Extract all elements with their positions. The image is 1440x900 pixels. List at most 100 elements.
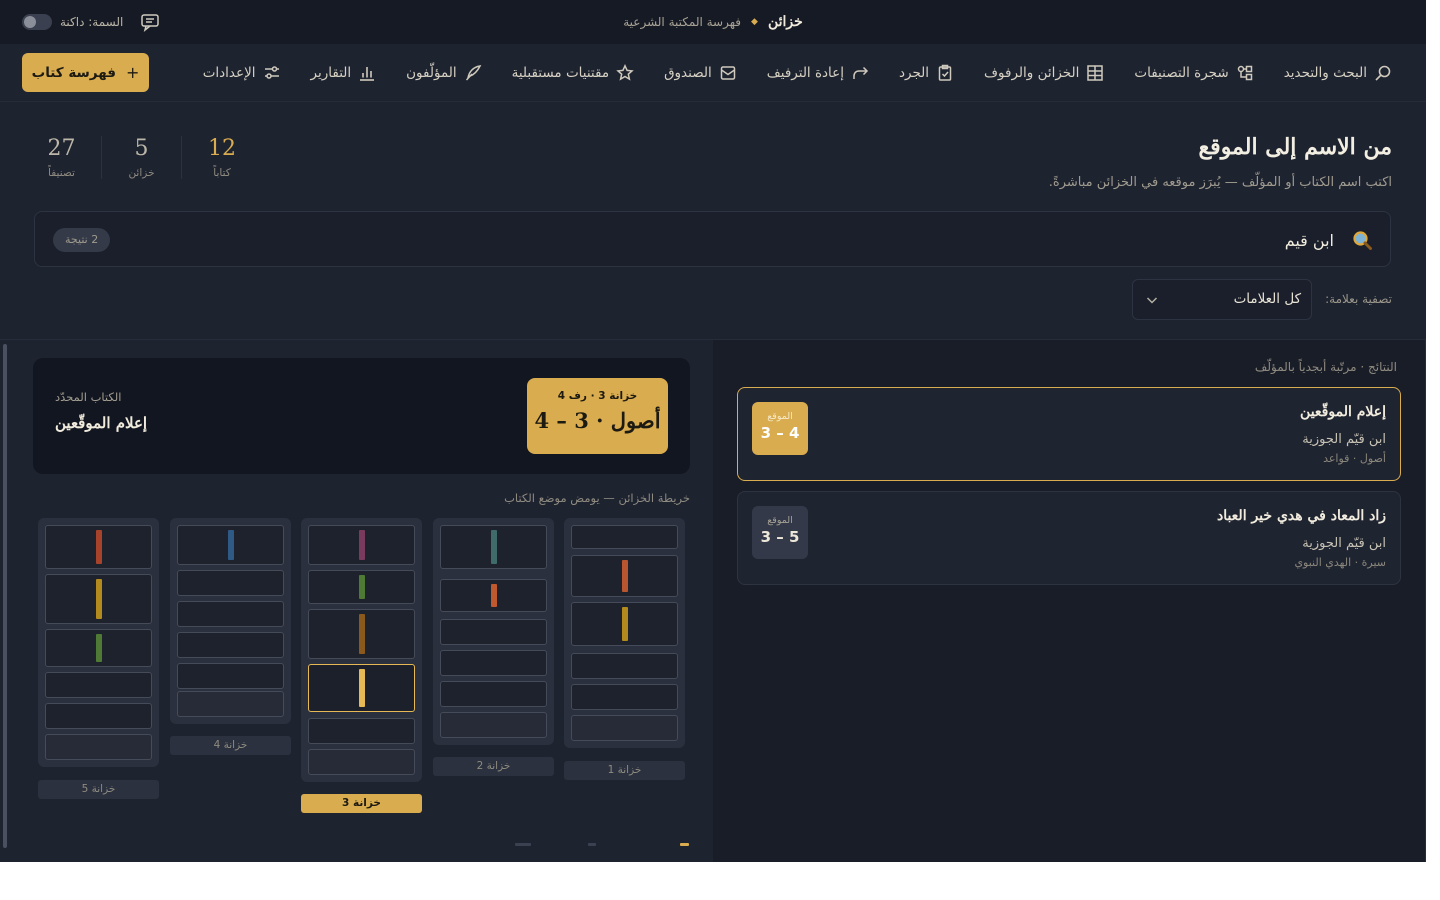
stat-value: 5 <box>134 136 149 161</box>
shelf[interactable] <box>177 663 284 689</box>
shelf[interactable] <box>440 579 547 612</box>
shelf[interactable] <box>308 749 415 775</box>
shelf[interactable] <box>45 734 152 760</box>
quill-icon <box>465 65 481 81</box>
location-value: 3 – 4 <box>760 424 800 442</box>
result-tags: أصول · قواعد <box>1323 452 1386 465</box>
nav-item-cabinets[interactable]: الخزائن والرفوف <box>984 64 1104 82</box>
nav-label: التقارير <box>310 65 352 81</box>
grid-icon <box>1087 65 1104 81</box>
nav-item-search[interactable]: البحث والتحديد <box>1284 64 1392 82</box>
cabinet[interactable] <box>170 518 291 724</box>
shelf[interactable] <box>308 570 415 604</box>
stat-categories: 27 تصنيفاً <box>22 136 102 179</box>
nav-item-tree[interactable]: شجرة التصنيفات <box>1134 64 1253 82</box>
nav-item-settings[interactable]: الإعدادات <box>203 64 281 82</box>
legend-mark <box>680 843 689 846</box>
cabinet[interactable] <box>38 518 159 767</box>
nav-label: مقتنيات مستقبلية <box>511 65 610 81</box>
nav-label: الصندوق <box>664 65 712 81</box>
result-card[interactable]: زاد المعاد في هدي خير العباد ابن قيّم ال… <box>737 491 1401 585</box>
shelf[interactable] <box>177 632 284 658</box>
legend-mark <box>515 843 531 846</box>
shelf[interactable] <box>308 609 415 659</box>
shelf[interactable] <box>308 718 415 744</box>
search-input[interactable] <box>734 222 1334 258</box>
filter-value: كل العلامات <box>1233 291 1301 307</box>
location-value: 3 – 5 <box>760 528 800 546</box>
clipboard-icon <box>938 64 952 81</box>
shelf[interactable] <box>440 619 547 645</box>
shelf[interactable] <box>440 681 547 707</box>
catalog-book-button[interactable]: + فهرسة كتاب <box>22 53 149 92</box>
shelf[interactable] <box>45 525 152 569</box>
cabinet[interactable] <box>433 518 554 745</box>
shelf[interactable] <box>45 629 152 667</box>
shelf[interactable] <box>571 525 678 549</box>
book-spine <box>358 669 365 707</box>
cabinet[interactable] <box>564 518 685 748</box>
brand-diamond-icon: ◆ <box>751 17 758 27</box>
nav-item-future[interactable]: مقتنيات مستقبلية <box>512 64 634 82</box>
book-spine <box>358 614 365 654</box>
result-title: إعلام الموقّعين <box>1300 404 1386 420</box>
result-card[interactable]: إعلام الموقّعين ابن قيّم الجوزية أصول · … <box>737 387 1401 481</box>
shelf[interactable] <box>177 601 284 627</box>
nav-item-box[interactable]: الصندوق <box>664 64 737 82</box>
stat-label: كتاباً <box>213 167 231 179</box>
cabinet[interactable] <box>301 518 422 782</box>
result-count-badge: 2 نتيجة <box>53 228 111 252</box>
cabinet-label: خزانة 4 <box>170 736 291 755</box>
nav-item-reports[interactable]: التقارير <box>311 64 377 82</box>
map-pane: الكتاب المحدّد إعلام الموقّعين خزانة 3 ·… <box>0 340 713 862</box>
nav-label: إعادة الترفيف <box>766 65 844 81</box>
scrollbar[interactable] <box>3 344 7 848</box>
book-spine <box>490 530 497 564</box>
theme-toggle[interactable] <box>22 14 52 30</box>
nav-label: المؤلّفون <box>406 65 457 81</box>
search-box: 2 نتيجة <box>34 211 1391 267</box>
shelf[interactable] <box>45 574 152 624</box>
nav-item-authors[interactable]: المؤلّفون <box>406 64 481 82</box>
shelf[interactable] <box>440 525 547 569</box>
location-badge: الموقع 3 – 4 <box>752 402 808 455</box>
nav-item-inventory[interactable]: الجرد <box>899 64 954 82</box>
shelf[interactable] <box>440 712 547 738</box>
book-spine <box>95 530 102 564</box>
app-window: خزائن ◆ فهرسة المكتبة الشرعية السمة: داك… <box>0 0 1426 862</box>
shelf[interactable] <box>440 650 547 676</box>
book-spine <box>95 579 102 619</box>
shelf[interactable] <box>177 570 284 596</box>
results-heading: النتائج · مرتّبة أبجدياً بالمؤلّف <box>1254 360 1397 374</box>
shelf[interactable] <box>571 555 678 597</box>
selected-location-value: أصول · 3 – 4 <box>534 408 661 433</box>
chevron-down-icon <box>1146 297 1158 304</box>
shelf[interactable] <box>571 653 678 679</box>
selected-label: الكتاب المحدّد <box>55 390 122 404</box>
stat-label: خزائن <box>128 167 155 179</box>
shelf[interactable] <box>571 715 678 741</box>
map-title: خريطة الخزائن — يومض موضع الكتاب <box>504 491 690 505</box>
inbox-icon <box>720 66 736 80</box>
nav-item-reshelve[interactable]: إعادة الترفيف <box>767 64 869 82</box>
location-badge: الموقع 3 – 5 <box>752 506 808 559</box>
selected-location-badge: خزانة 3 · رف 4 أصول · 3 – 4 <box>527 378 668 454</box>
shelf[interactable] <box>308 525 415 565</box>
theme-switch[interactable]: السمة: داكنة <box>22 0 123 44</box>
shelf-selected[interactable] <box>308 664 415 712</box>
shelf[interactable] <box>177 525 284 565</box>
legend-mark <box>588 843 596 846</box>
shelf[interactable] <box>177 691 284 717</box>
feedback-icon[interactable] <box>140 12 160 32</box>
result-tags: سيرة · الهدي النبوي <box>1294 556 1386 569</box>
shelf[interactable] <box>45 703 152 729</box>
shelf[interactable] <box>45 672 152 698</box>
star-icon <box>616 64 634 81</box>
stats: 27 تصنيفاً 5 خزائن 12 كتاباً <box>22 136 262 179</box>
shelf[interactable] <box>571 602 678 646</box>
nav-label: شجرة التصنيفات <box>1134 65 1229 81</box>
tag-filter-select[interactable]: كل العلامات <box>1132 279 1312 320</box>
theme-label: السمة: داكنة <box>60 15 124 29</box>
book-spine <box>95 634 102 662</box>
shelf[interactable] <box>571 684 678 710</box>
